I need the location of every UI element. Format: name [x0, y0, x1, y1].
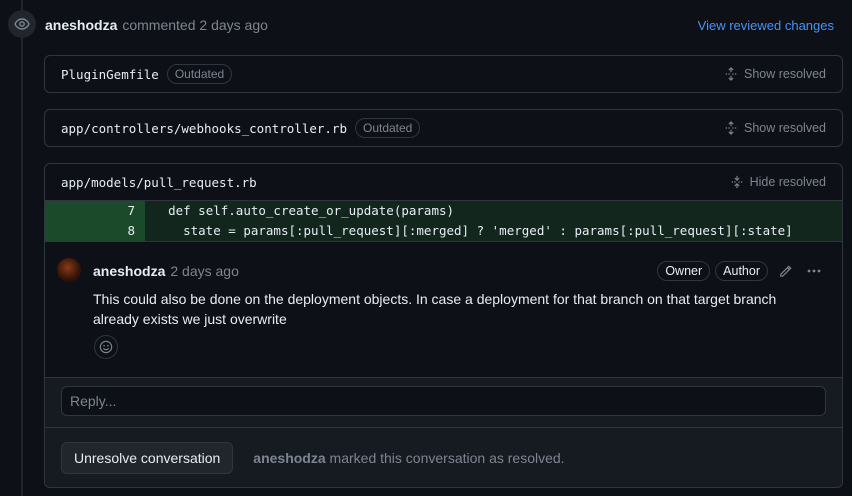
unfold-icon — [725, 67, 737, 81]
review-meta: commented 2 days ago — [122, 17, 268, 33]
diff-indent — [153, 203, 168, 218]
author-badge: Author — [715, 261, 768, 281]
review-comment: aneshodza 2 days ago Owner Author This c… — [45, 241, 842, 377]
resolution-text: marked this conversation as resolved. — [329, 449, 565, 466]
view-reviewed-changes-link[interactable]: View reviewed changes — [698, 18, 834, 33]
resolution-bar: Unresolve conversation aneshodza marked … — [45, 427, 842, 487]
reply-area — [45, 377, 842, 427]
file-thread-header: app/controllers/webhooks_controller.rb O… — [45, 110, 842, 146]
unresolve-conversation-button[interactable]: Unresolve conversation — [61, 441, 234, 474]
smiley-icon[interactable] — [94, 335, 118, 359]
file-name[interactable]: PluginGemfile — [61, 67, 159, 82]
comment-author[interactable]: aneshodza — [93, 263, 165, 279]
diff-line-number: 7 — [45, 201, 145, 221]
diff-code: def self.auto_create_or_update(params) — [145, 201, 454, 221]
diff-code-text: def self.auto_create_or_update(params) — [168, 203, 455, 218]
outdated-label: Outdated — [166, 64, 233, 84]
file-thread: PluginGemfile Outdated Show resolved — [44, 55, 843, 93]
diff-line: 8 state = params[:pull_request][:merged]… — [45, 221, 842, 241]
file-thread-header: PluginGemfile Outdated Show resolved — [45, 56, 842, 92]
file-thread: app/controllers/webhooks_controller.rb O… — [44, 109, 843, 147]
file-name[interactable]: app/controllers/webhooks_controller.rb — [61, 121, 347, 136]
file-thread-header: app/models/pull_request.rb Hide resolved — [45, 164, 842, 200]
show-resolved-button[interactable]: Show resolved — [724, 121, 826, 135]
diff-snippet: 7 def self.auto_create_or_update(params)… — [45, 200, 842, 241]
avatar[interactable] — [57, 258, 81, 282]
fold-icon — [731, 175, 742, 189]
show-resolved-button[interactable]: Show resolved — [724, 67, 826, 81]
comment-body: This could also be done on the deploymen… — [93, 291, 777, 327]
timeline-line — [21, 0, 23, 496]
unfold-icon — [725, 121, 737, 135]
comment-actions: Owner Author — [657, 259, 826, 283]
hide-resolved-button[interactable]: Hide resolved — [730, 175, 826, 189]
diff-line-number: 8 — [45, 221, 145, 241]
resolution-status: aneshodza marked this conversation as re… — [253, 450, 564, 466]
reply-input[interactable] — [61, 386, 826, 416]
review-author[interactable]: aneshodza — [45, 17, 117, 33]
comment-time[interactable]: 2 days ago — [170, 263, 239, 279]
review-header: aneshodza commented 2 days ago View revi… — [45, 15, 834, 35]
diff-line: 7 def self.auto_create_or_update(params) — [45, 201, 842, 221]
outdated-label: Outdated — [354, 118, 421, 138]
kebab-icon[interactable] — [802, 259, 826, 283]
show-resolved-label: Show resolved — [744, 121, 826, 135]
comment-header: aneshodza 2 days ago Owner Author — [93, 261, 826, 281]
eye-icon — [8, 10, 36, 38]
show-resolved-label: Show resolved — [744, 67, 826, 81]
owner-badge: Owner — [657, 261, 711, 281]
file-name[interactable]: app/models/pull_request.rb — [61, 175, 257, 190]
resolution-actor[interactable]: aneshodza — [253, 450, 325, 466]
file-thread-expanded: app/models/pull_request.rb Hide resolved… — [44, 163, 843, 488]
hide-resolved-label: Hide resolved — [749, 175, 826, 189]
pencil-icon[interactable] — [773, 259, 797, 283]
diff-code-text: state = params[:pull_request][:merged] ?… — [183, 223, 793, 238]
diff-indent — [153, 223, 183, 238]
diff-code: state = params[:pull_request][:merged] ?… — [145, 221, 793, 241]
